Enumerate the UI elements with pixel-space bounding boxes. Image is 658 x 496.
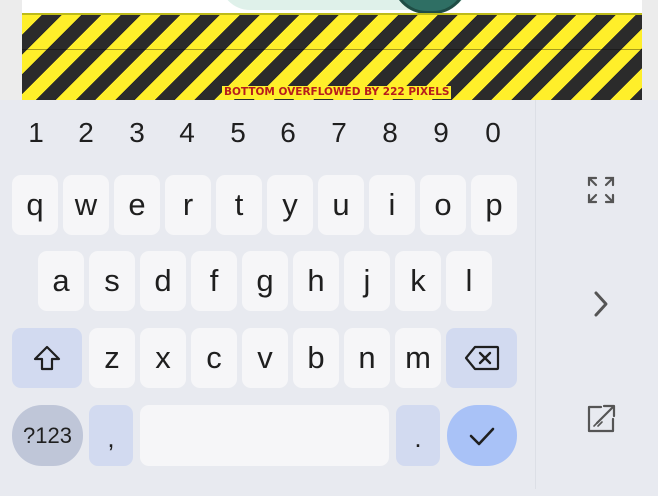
- key-l[interactable]: l: [446, 251, 492, 311]
- key-2[interactable]: 2: [63, 110, 109, 156]
- key-v[interactable]: v: [242, 328, 288, 388]
- key-4[interactable]: 4: [164, 110, 210, 156]
- shift-key[interactable]: [12, 328, 82, 388]
- key-k[interactable]: k: [395, 251, 441, 311]
- key-j[interactable]: j: [344, 251, 390, 311]
- key-d[interactable]: d: [140, 251, 186, 311]
- key-q[interactable]: q: [12, 175, 58, 235]
- key-c[interactable]: c: [191, 328, 237, 388]
- key-o[interactable]: o: [420, 175, 466, 235]
- bottom-edge: [0, 489, 658, 496]
- key-u[interactable]: u: [318, 175, 364, 235]
- fullscreen-icon[interactable]: [583, 174, 619, 206]
- key-w[interactable]: w: [63, 175, 109, 235]
- key-p[interactable]: p: [471, 175, 517, 235]
- space-bar[interactable]: [140, 405, 389, 466]
- key-1[interactable]: 1: [13, 110, 59, 156]
- key-n[interactable]: n: [344, 328, 390, 388]
- key-y[interactable]: y: [267, 175, 313, 235]
- app-content-area: BOTTOM OVERFLOWED BY 222 PIXELS: [0, 0, 658, 100]
- symbols-key[interactable]: ?123: [12, 405, 83, 466]
- key-f[interactable]: f: [191, 251, 237, 311]
- checkmark-icon: [468, 425, 496, 447]
- key-5[interactable]: 5: [215, 110, 261, 156]
- key-h[interactable]: h: [293, 251, 339, 311]
- key-9[interactable]: 9: [418, 110, 464, 156]
- key-0[interactable]: 0: [470, 110, 516, 156]
- key-6[interactable]: 6: [265, 110, 311, 156]
- key-x[interactable]: x: [140, 328, 186, 388]
- right-edge: [642, 0, 658, 100]
- overflow-warning-label: BOTTOM OVERFLOWED BY 222 PIXELS: [222, 86, 452, 99]
- open-external-icon[interactable]: [584, 400, 620, 436]
- key-a[interactable]: a: [38, 251, 84, 311]
- key-i[interactable]: i: [369, 175, 415, 235]
- key-t[interactable]: t: [216, 175, 262, 235]
- key-m[interactable]: m: [395, 328, 441, 388]
- overflow-divider: [22, 49, 642, 50]
- key-g[interactable]: g: [242, 251, 288, 311]
- left-edge: [0, 0, 22, 100]
- on-screen-keyboard: 1 2 3 4 5 6 7 8 9 0 q w e r t y u i o p …: [0, 100, 535, 489]
- comma-key[interactable]: ,: [89, 405, 133, 466]
- key-e[interactable]: e: [114, 175, 160, 235]
- keyboard-side-panel: [535, 100, 658, 489]
- period-key[interactable]: .: [396, 405, 440, 466]
- key-z[interactable]: z: [89, 328, 135, 388]
- key-s[interactable]: s: [89, 251, 135, 311]
- key-8[interactable]: 8: [367, 110, 413, 156]
- done-key[interactable]: [447, 405, 517, 466]
- chevron-right-icon[interactable]: [588, 288, 614, 320]
- key-7[interactable]: 7: [316, 110, 362, 156]
- backspace-key[interactable]: [446, 328, 517, 388]
- key-r[interactable]: r: [165, 175, 211, 235]
- backspace-icon: [464, 345, 500, 371]
- key-b[interactable]: b: [293, 328, 339, 388]
- key-3[interactable]: 3: [114, 110, 160, 156]
- shift-icon: [32, 344, 62, 372]
